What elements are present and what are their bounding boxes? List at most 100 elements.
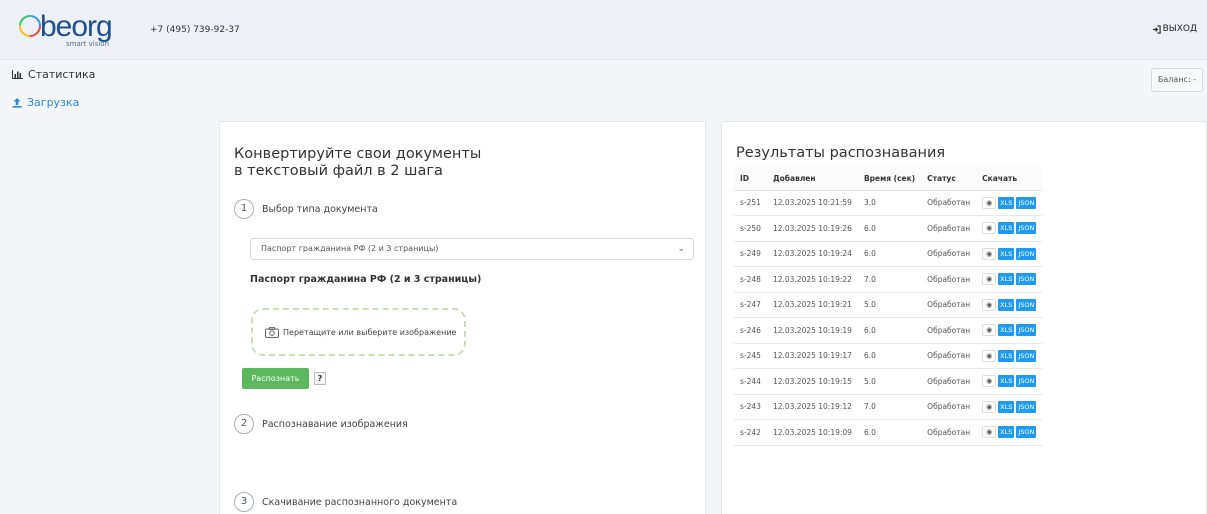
cell-download: ◉ XLS JSON — [976, 394, 1043, 420]
step-recognition: 2 Распознавание изображения — [234, 414, 408, 434]
cell-added: 12.03.2025 10:19:17 — [766, 343, 858, 369]
download-xls-button[interactable]: XLS — [998, 222, 1015, 235]
table-row: s-247 12.03.2025 10:19:21 5.0 Обработан ◉ XLS… — [734, 292, 1043, 318]
upload-icon — [12, 97, 22, 108]
dropzone-text: Перетащите или выберите изображение — [283, 327, 457, 337]
cell-id: s-244 — [734, 368, 767, 395]
cell-added: 12.03.2025 10:21:59 — [766, 190, 858, 216]
sidebar-item-statistics[interactable]: Статистика — [12, 68, 95, 81]
cell-time: 5.0 — [857, 292, 922, 318]
download-xls-button[interactable]: XLS — [998, 247, 1015, 260]
cell-download: ◉ XLS JSON — [976, 215, 1043, 242]
eye-icon[interactable]: ◉ — [982, 247, 997, 260]
download-xls-button[interactable]: XLS — [998, 426, 1015, 439]
download-json-button[interactable]: JSON — [1016, 400, 1037, 413]
converter-title: Конвертируйте свои документы в текстовый… — [234, 146, 481, 180]
cell-download: ◉ XLS JSON — [976, 292, 1043, 318]
eye-icon[interactable]: ◉ — [982, 196, 997, 209]
bar-chart-icon — [12, 70, 23, 79]
eye-icon[interactable]: ◉ — [982, 400, 997, 413]
download-json-button[interactable]: JSON — [1016, 375, 1037, 388]
column-header: Статус — [921, 167, 977, 191]
download-actions: ◉ XLS JSON — [982, 324, 1037, 337]
results-body: s-251 12.03.2025 10:21:59 3.0 Обработан ◉ XLS… — [734, 190, 1043, 446]
cell-status: Обработан — [921, 266, 977, 293]
download-xls-button[interactable]: XLS — [998, 375, 1015, 388]
recognize-button[interactable]: Распознать — [242, 368, 309, 389]
eye-icon[interactable]: ◉ — [982, 426, 997, 439]
cell-download: ◉ XLS JSON — [976, 266, 1043, 293]
download-xls-button[interactable]: XLS — [998, 400, 1015, 413]
table-row: s-245 12.03.2025 10:19:17 6.0 Обработан ◉ XLS… — [734, 343, 1043, 369]
help-button[interactable]: ? — [314, 372, 326, 385]
cell-status: Обработан — [921, 419, 977, 446]
download-json-button[interactable]: JSON — [1016, 196, 1037, 209]
download-actions: ◉ XLS JSON — [982, 426, 1037, 439]
download-xls-button[interactable]: XLS — [998, 196, 1015, 209]
eye-icon[interactable]: ◉ — [982, 349, 997, 362]
cell-status: Обработан — [921, 317, 977, 344]
logout-button[interactable]: ВЫХОД — [1152, 24, 1197, 34]
step-label: Выбор типа документа — [262, 203, 378, 215]
table-row: s-250 12.03.2025 10:19:26 6.0 Обработан ◉ XLS… — [734, 215, 1043, 242]
sidebar-item-upload[interactable]: Загрузка — [12, 96, 79, 109]
step-number: 2 — [234, 414, 254, 434]
cell-status: Обработан — [921, 368, 977, 395]
cell-added: 12.03.2025 10:19:12 — [766, 394, 858, 420]
results-card: Результаты распознавания ID Добавлен Вре… — [721, 121, 1207, 514]
table-header-row: ID Добавлен Время (сек) Статус Скачать — [734, 167, 1043, 191]
image-dropzone[interactable]: Перетащите или выберите изображение — [251, 308, 466, 356]
converter-title-line2: в текстовый файл в 2 шага — [234, 163, 443, 179]
eye-icon[interactable]: ◉ — [982, 298, 997, 311]
sidebar-item-label: Загрузка — [27, 96, 80, 109]
download-json-button[interactable]: JSON — [1016, 349, 1037, 362]
eye-icon[interactable]: ◉ — [982, 222, 997, 235]
select-value: Паспорт гражданина РФ (2 и 3 страницы) — [261, 244, 439, 253]
document-type-select[interactable]: Паспорт гражданина РФ (2 и 3 страницы) ⌄ — [250, 238, 694, 260]
cell-time: 7.0 — [857, 394, 922, 420]
column-header: Время (сек) — [857, 167, 922, 191]
step-number: 3 — [234, 492, 254, 512]
eye-icon[interactable]: ◉ — [982, 375, 997, 388]
cell-time: 6.0 — [857, 317, 922, 344]
step-label: Распознавание изображения — [262, 418, 408, 430]
download-xls-button[interactable]: XLS — [998, 324, 1015, 337]
download-json-button[interactable]: JSON — [1016, 426, 1037, 439]
cell-time: 3.0 — [857, 190, 922, 216]
logo[interactable]: beorg smart vision — [18, 10, 118, 48]
results-table: ID Добавлен Время (сек) Статус Скачать s… — [734, 167, 1043, 446]
logo-subtitle: smart vision — [66, 40, 110, 48]
chevron-down-icon: ⌄ — [677, 244, 685, 254]
download-json-button[interactable]: JSON — [1016, 324, 1037, 337]
cell-time: 6.0 — [857, 343, 922, 369]
cell-id: s-250 — [734, 215, 767, 242]
download-xls-button[interactable]: XLS — [998, 349, 1015, 362]
download-json-button[interactable]: JSON — [1016, 273, 1037, 286]
cell-download: ◉ XLS JSON — [976, 241, 1043, 267]
cell-added: 12.03.2025 10:19:09 — [766, 419, 858, 446]
column-header: Добавлен — [766, 167, 858, 191]
eye-icon[interactable]: ◉ — [982, 324, 997, 337]
download-actions: ◉ XLS JSON — [982, 400, 1037, 413]
cell-added: 12.03.2025 10:19:26 — [766, 215, 858, 242]
eye-icon[interactable]: ◉ — [982, 273, 997, 286]
download-json-button[interactable]: JSON — [1016, 247, 1037, 260]
balance-button[interactable]: Баланс: - — [1151, 68, 1203, 92]
cell-added: 12.03.2025 10:19:22 — [766, 266, 858, 293]
results-title: Результаты распознавания — [736, 145, 946, 161]
download-xls-button[interactable]: XLS — [998, 273, 1015, 286]
download-json-button[interactable]: JSON — [1016, 222, 1037, 235]
download-json-button[interactable]: JSON — [1016, 298, 1037, 311]
cell-download: ◉ XLS JSON — [976, 419, 1043, 446]
table-row: s-242 12.03.2025 10:19:09 6.0 Обработан ◉ XLS… — [734, 419, 1043, 446]
cell-added: 12.03.2025 10:19:24 — [766, 241, 858, 267]
camera-icon — [265, 326, 279, 338]
step-label: Скачивание распознанного документа — [262, 496, 458, 508]
cell-id: s-248 — [734, 266, 767, 293]
cell-download: ◉ XLS JSON — [976, 368, 1043, 395]
cell-id: s-251 — [734, 190, 767, 216]
step-number: 1 — [234, 199, 254, 219]
cell-download: ◉ XLS JSON — [976, 343, 1043, 369]
download-actions: ◉ XLS JSON — [982, 247, 1037, 260]
download-xls-button[interactable]: XLS — [998, 298, 1015, 311]
